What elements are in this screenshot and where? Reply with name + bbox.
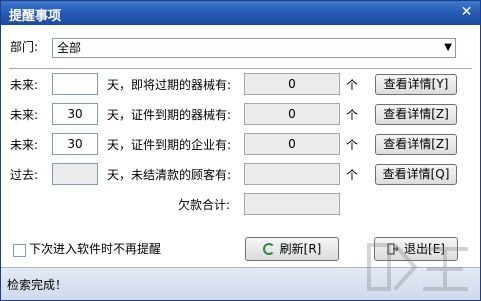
watermark-logo [367,243,468,291]
close-icon[interactable]: ✕ [459,5,474,20]
unit-label: 个 [346,108,359,122]
status-text: 检索完成！ [7,278,68,292]
title-bar: 提醒事项 ✕ [1,1,480,25]
row-desc: 天，即将过期的器械有: [107,78,232,92]
dept-select-value: 全部 [57,41,82,55]
result-field: 0 [244,133,340,155]
days-input[interactable] [52,163,98,185]
result-field: 0 [244,103,340,125]
row-prefix: 过去: [10,168,39,182]
window-title: 提醒事项 [9,9,62,24]
row-prefix: 未来: [10,78,39,92]
no-remind-label[interactable]: 下次进入软件时不再提醒 [29,240,161,258]
days-input[interactable] [52,73,98,95]
refresh-button[interactable]: 刷新[R] [245,237,339,261]
total-label: 欠款合计: [178,198,231,212]
no-remind-checkbox[interactable] [13,244,26,257]
view-details-button[interactable]: 查看详情[Y] [375,74,457,95]
client-area: 部门: 全部 ▼ 未来: 天，即将过期的器械有: 0 个 查看详情[Y] 未来:… [1,25,480,267]
dept-label: 部门: [10,40,39,54]
row-prefix: 未来: [10,108,39,122]
reminder-window: 提醒事项 ✕ 部门: 全部 ▼ 未来: 天，即将过期的器械有: 0 个 查看详情… [0,0,481,301]
refresh-icon [262,243,275,255]
refresh-label: 刷新[R] [279,242,322,256]
view-details-button[interactable]: 查看详情[Q] [375,164,457,185]
days-input[interactable]: 30 [52,103,98,125]
unit-label: 个 [346,138,359,152]
total-field [244,193,340,215]
result-field: 0 [244,73,340,95]
dept-select[interactable]: 全部 ▼ [52,38,456,58]
unit-label: 个 [346,168,359,182]
view-details-button[interactable]: 查看详情[Z] [375,134,457,155]
row-desc: 天，未结清款的顾客有: [107,168,232,182]
days-input[interactable]: 30 [52,133,98,155]
unit-label: 个 [346,78,359,92]
result-field [244,163,340,185]
separator [9,68,472,70]
view-details-button[interactable]: 查看详情[Z] [375,104,457,125]
row-desc: 天，证件到期的企业有: [107,138,232,152]
row-prefix: 未来: [10,138,39,152]
row-desc: 天，证件到期的器械有: [107,108,232,122]
chevron-down-icon[interactable]: ▼ [444,40,452,56]
